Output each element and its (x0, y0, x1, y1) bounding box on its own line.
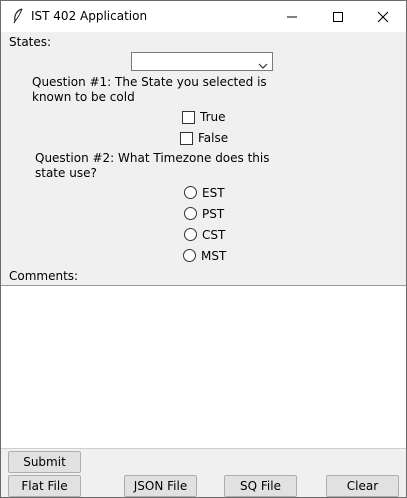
question-1-label: Question #1: The State you selected is k… (32, 75, 267, 104)
radio-cst-circle[interactable] (184, 228, 197, 241)
states-label: States: (9, 35, 52, 49)
radio-est-label: EST (202, 186, 225, 200)
radio-pst-circle[interactable] (184, 207, 197, 220)
clear-button[interactable]: Clear (326, 475, 399, 497)
comments-label: Comments: (9, 269, 79, 283)
radio-est-circle[interactable] (184, 186, 197, 199)
window-title: IST 402 Application (31, 9, 148, 23)
checkbox-false-label: False (198, 131, 229, 145)
title-bar[interactable]: IST 402 Application (1, 1, 406, 32)
radio-pst-label: PST (202, 207, 225, 221)
checkbox-true-box[interactable] (182, 111, 195, 124)
app-window: IST 402 Application States: Question #1:… (0, 0, 407, 498)
radio-mst-label: MST (201, 249, 227, 263)
submit-button[interactable]: Submit (8, 451, 81, 473)
close-button[interactable] (360, 1, 406, 32)
maximize-button[interactable] (315, 1, 361, 32)
sq-file-button[interactable]: SQ File (224, 475, 297, 497)
json-file-button[interactable]: JSON File (124, 475, 197, 497)
checkbox-false-box[interactable] (180, 132, 193, 145)
comments-textarea[interactable] (1, 285, 406, 449)
minimize-button[interactable] (269, 1, 315, 32)
radio-cst-label: CST (202, 228, 226, 242)
states-combobox[interactable] (131, 52, 273, 71)
checkbox-true-label: True (200, 110, 226, 124)
flat-file-button[interactable]: Flat File (8, 475, 81, 497)
chevron-down-icon[interactable] (258, 59, 268, 73)
feather-icon (11, 8, 25, 24)
radio-mst-circle[interactable] (183, 249, 196, 262)
question-2-label: Question #2: What Timezone does this sta… (35, 151, 270, 180)
